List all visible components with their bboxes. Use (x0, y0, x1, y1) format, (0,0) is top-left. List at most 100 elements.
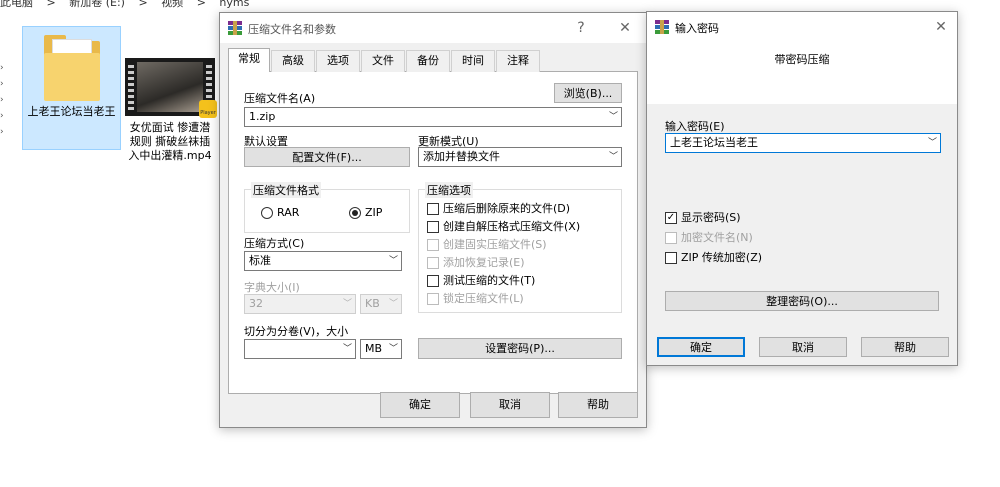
close-icon[interactable]: ✕ (613, 17, 637, 39)
method-value: 标准 (249, 254, 271, 267)
chevron-down-icon: ﹀ (388, 299, 398, 309)
profiles-button[interactable]: 配置文件(F)... (244, 147, 410, 167)
checkbox (665, 232, 677, 244)
chevron-down-icon[interactable]: ﹀ (609, 148, 618, 166)
split-unit: MB (365, 342, 383, 355)
checkbox[interactable] (427, 221, 439, 233)
option-label: 加密文件名(N) (681, 231, 753, 244)
file-name: 女优面试 惨遭潜规则 撕破丝袜插入中出灌精.mp4 (128, 121, 212, 162)
chevron-right-icon[interactable]: › (0, 76, 8, 92)
checkbox-checked[interactable]: ✓ (665, 212, 677, 224)
tab-comment[interactable]: 注释 (496, 50, 540, 72)
chevron-down-icon[interactable]: ﹀ (389, 252, 398, 270)
ok-button[interactable]: 确定 (657, 337, 745, 357)
help-button[interactable]: 帮助 (558, 392, 638, 418)
format-group: 压缩文件格式 RAR ZIP (244, 182, 410, 233)
archive-dialog-title: 压缩文件名和参数 (248, 23, 336, 36)
breadcrumb-item[interactable]: 视频 (161, 0, 183, 9)
checkbox (427, 239, 439, 251)
chevron-right-icon[interactable]: › (0, 92, 8, 108)
method-select[interactable]: 标准 ﹀ (244, 251, 402, 271)
file-item-folder[interactable]: 上老王论坛当老王 (22, 26, 121, 150)
archive-dialog-titlebar[interactable]: 压缩文件名和参数 ? ✕ (220, 13, 646, 43)
option-label: 创建自解压格式压缩文件(X) (443, 220, 581, 233)
chevron-right-icon[interactable]: › (0, 60, 8, 76)
radio-rar[interactable] (261, 207, 273, 219)
split-size-input[interactable]: ﹀ (244, 339, 356, 359)
archive-name-input[interactable]: 1.zip ﹀ (244, 107, 622, 127)
browse-button[interactable]: 浏览(B)... (554, 83, 622, 103)
tab-advanced[interactable]: 高级 (271, 50, 315, 72)
archive-name-value: 1.zip (249, 110, 276, 123)
password-dialog-title: 输入密码 (675, 22, 719, 35)
archive-name-label: 压缩文件名(A) (244, 92, 316, 105)
option-label: 测试压缩的文件(T) (443, 274, 536, 287)
update-mode-value: 添加并替换文件 (423, 150, 500, 163)
checkbox (427, 257, 439, 269)
tab-backup[interactable]: 备份 (406, 50, 450, 72)
breadcrumb-item[interactable]: nyms (219, 0, 249, 9)
cancel-button[interactable]: 取消 (759, 337, 847, 357)
ok-button[interactable]: 确定 (380, 392, 460, 418)
options-group: 压缩选项 压缩后删除原来的文件(D) 创建自解压格式压缩文件(X) 创建固实压缩… (418, 182, 622, 313)
help-icon[interactable]: ? (569, 17, 593, 39)
cancel-button[interactable]: 取消 (470, 392, 550, 418)
options-group-title: 压缩选项 (425, 182, 473, 198)
dict-select: 32 ﹀ (244, 294, 356, 314)
password-dialog-header: 带密码压缩 (647, 42, 957, 104)
breadcrumb-separator: > (138, 0, 148, 9)
enter-password-label: 输入密码(E) (665, 120, 725, 133)
tab-files[interactable]: 文件 (361, 50, 405, 72)
chevron-down-icon: ﹀ (342, 299, 352, 309)
close-icon[interactable]: ✕ (929, 16, 953, 38)
password-input[interactable]: 上老王论坛当老王 ﹀ (665, 133, 941, 153)
chevron-right-icon[interactable]: › (0, 124, 8, 140)
checkbox[interactable] (427, 203, 439, 215)
password-dialog-titlebar[interactable]: 输入密码 ✕ (647, 12, 957, 42)
radio-rar-label: RAR (277, 206, 300, 219)
tab-general[interactable]: 常规 (228, 48, 270, 72)
breadcrumb-separator: > (46, 0, 56, 9)
breadcrumb-item[interactable]: 新加卷 (E:) (69, 0, 125, 9)
radio-zip[interactable] (349, 207, 361, 219)
help-button[interactable]: 帮助 (861, 337, 949, 357)
checkbox[interactable] (665, 252, 677, 264)
tab-options[interactable]: 选项 (316, 50, 360, 72)
option-label: ZIP 传统加密(Z) (681, 251, 763, 264)
split-unit-select[interactable]: MB ﹀ (360, 339, 402, 359)
chevron-down-icon[interactable]: ﹀ (343, 340, 352, 358)
organize-passwords-button[interactable]: 整理密码(O)... (665, 291, 939, 311)
dict-value: 32 (249, 297, 263, 310)
option-label: 压缩后删除原来的文件(D) (443, 202, 571, 215)
breadcrumb: 此电脑 > 新加卷 (E:) > 视频 > nyms (0, 0, 259, 9)
dict-unit: KB (365, 297, 380, 310)
option-label: 添加恢复记录(E) (443, 256, 525, 269)
radio-zip-label: ZIP (365, 206, 383, 219)
option-label: 锁定压缩文件(L) (443, 292, 524, 305)
chevron-down-icon[interactable]: ﹀ (609, 108, 618, 126)
archive-dialog: 压缩文件名和参数 ? ✕ 常规 高级 选项 文件 备份 时间 注释 压缩文件名(… (219, 12, 647, 428)
checkbox[interactable] (427, 275, 439, 287)
method-label: 压缩方式(C) (244, 237, 305, 250)
chevron-down-icon[interactable]: ﹀ (928, 134, 937, 152)
file-item-video[interactable]: Player 女优面试 惨遭潜规则 撕破丝袜插入中出灌精.mp4 (124, 26, 217, 166)
winrar-icon (228, 21, 242, 35)
split-label: 切分为分卷(V)，大小 (244, 325, 349, 338)
update-mode-select[interactable]: 添加并替换文件 ﹀ (418, 147, 622, 167)
dict-label: 字典大小(I) (244, 281, 300, 294)
option-label: 显示密码(S) (681, 211, 741, 224)
video-thumbnail: Player (125, 58, 217, 118)
password-dialog-header-text: 带密码压缩 (774, 53, 830, 66)
winrar-icon (655, 20, 669, 34)
breadcrumb-item[interactable]: 此电脑 (0, 0, 33, 9)
player-badge-icon: Player (199, 100, 217, 118)
chevron-down-icon[interactable]: ﹀ (389, 340, 398, 358)
dict-unit-select: KB ﹀ (360, 294, 402, 314)
file-name: 上老王论坛当老王 (27, 105, 116, 118)
option-label: 创建固实压缩文件(S) (443, 238, 547, 251)
chevron-right-icon[interactable]: › (0, 108, 8, 124)
tab-time[interactable]: 时间 (451, 50, 495, 72)
checkbox (427, 293, 439, 305)
nav-pane-arrows: › › › › › (0, 60, 8, 140)
set-password-button[interactable]: 设置密码(P)... (418, 338, 622, 359)
